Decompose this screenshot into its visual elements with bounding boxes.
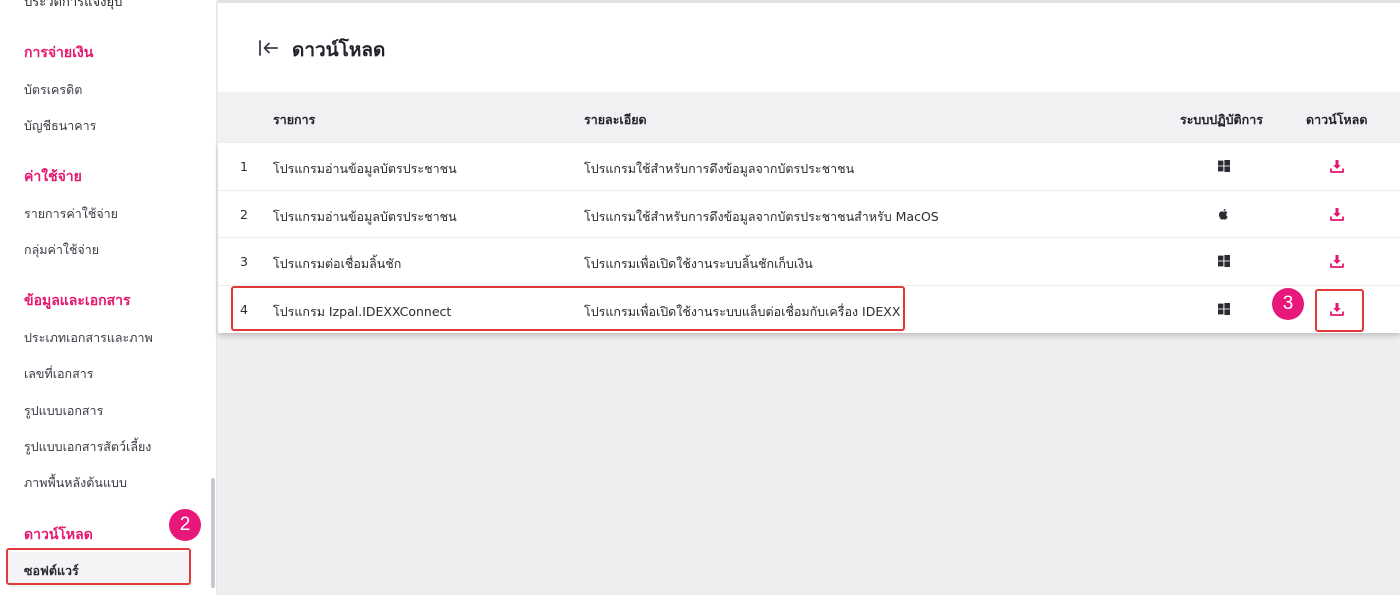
sidebar-item-background-template[interactable]: ภาพพื้นหลังต้นแบบ: [24, 473, 127, 493]
step-badge-2: 2: [169, 509, 201, 541]
collapse-left-arrow-icon[interactable]: [258, 39, 278, 57]
row-name: โปรแกรมอ่านข้อมูลบัตรประชาชน: [273, 161, 457, 176]
download-icon[interactable]: [1329, 206, 1345, 222]
column-header-os: ระบบปฏิบัติการ: [1180, 112, 1263, 127]
table-row: 1 โปรแกรมอ่านข้อมูลบัตรประชาชน โปรแกรมใช…: [218, 143, 1400, 191]
download-icon[interactable]: [1329, 253, 1345, 269]
row-detail: โปรแกรมใช้สำหรับการดึงข้อมูลจากบัตรประชา…: [584, 161, 855, 176]
download-icon[interactable]: [1329, 158, 1345, 174]
page-title: ดาวน์โหลด: [292, 39, 386, 61]
windows-icon: [1218, 302, 1230, 315]
sidebar-section-payment: การจ่ายเงิน: [24, 45, 94, 61]
row-number: 1: [240, 159, 248, 174]
sidebar: ประวัติการแจ้งยุบ การจ่ายเงิน บัตรเครดิต…: [0, 0, 217, 595]
table-row: 2 โปรแกรมอ่านข้อมูลบัตรประชาชน โปรแกรมใช…: [218, 191, 1400, 238]
sidebar-item-cut-off[interactable]: ประวัติการแจ้งยุบ: [24, 0, 122, 12]
sidebar-scrollbar[interactable]: [211, 478, 215, 588]
windows-icon: [1218, 160, 1230, 172]
sidebar-item-expense-group[interactable]: กลุ่มค่าใช้จ่าย: [24, 240, 99, 260]
sidebar-section-download: ดาวน์โหลด: [24, 527, 93, 543]
sidebar-item-bank-account[interactable]: บัญชีธนาคาร: [24, 116, 96, 136]
highlight-box-software: [6, 548, 191, 585]
column-header-item: รายการ: [273, 112, 316, 127]
table-row: 3 โปรแกรมต่อเชื่อมลิ้นชัก โปรแกรมเพื่อเป…: [218, 238, 1400, 286]
apple-icon: [1219, 208, 1228, 220]
highlight-box-download: [1315, 289, 1364, 332]
column-header-download: ดาวน์โหลด: [1306, 112, 1368, 127]
column-header-detail: รายละเอียด: [584, 112, 647, 127]
sidebar-section-expenses: ค่าใช้จ่าย: [24, 169, 82, 185]
row-number: 2: [240, 206, 248, 222]
page-header: ดาวน์โหลด: [218, 3, 1400, 92]
sidebar-item-expense-list[interactable]: รายการค่าใช้จ่าย: [24, 204, 118, 224]
step-badge-3: 3: [1272, 288, 1304, 320]
windows-icon: [1218, 255, 1230, 267]
row-detail: โปรแกรมเพื่อเปิดใช้งานระบบลิ้นชักเก็บเงิ…: [584, 256, 813, 271]
highlight-box-row-4: [231, 286, 905, 331]
sidebar-item-pet-document-format[interactable]: รูปแบบเอกสารสัตว์เลี้ยง: [24, 437, 151, 457]
row-number: 3: [240, 254, 248, 269]
sidebar-section-data-documents: ข้อมูลและเอกสาร: [24, 293, 131, 309]
sidebar-item-document-number[interactable]: เลขที่เอกสาร: [24, 364, 93, 384]
sidebar-item-document-format[interactable]: รูปแบบเอกสาร: [24, 401, 103, 421]
sidebar-item-document-types[interactable]: ประเภทเอกสารและภาพ: [24, 328, 153, 348]
row-name: โปรแกรมอ่านข้อมูลบัตรประชาชน: [273, 208, 457, 224]
table-header: รายการ รายละเอียด ระบบปฏิบัติการ ดาวน์โห…: [218, 92, 1400, 143]
row-detail: โปรแกรมใช้สำหรับการดึงข้อมูลจากบัตรประชา…: [584, 208, 939, 224]
sidebar-item-credit-card[interactable]: บัตรเครดิต: [24, 80, 82, 100]
row-name: โปรแกรมต่อเชื่อมลิ้นชัก: [273, 256, 402, 271]
